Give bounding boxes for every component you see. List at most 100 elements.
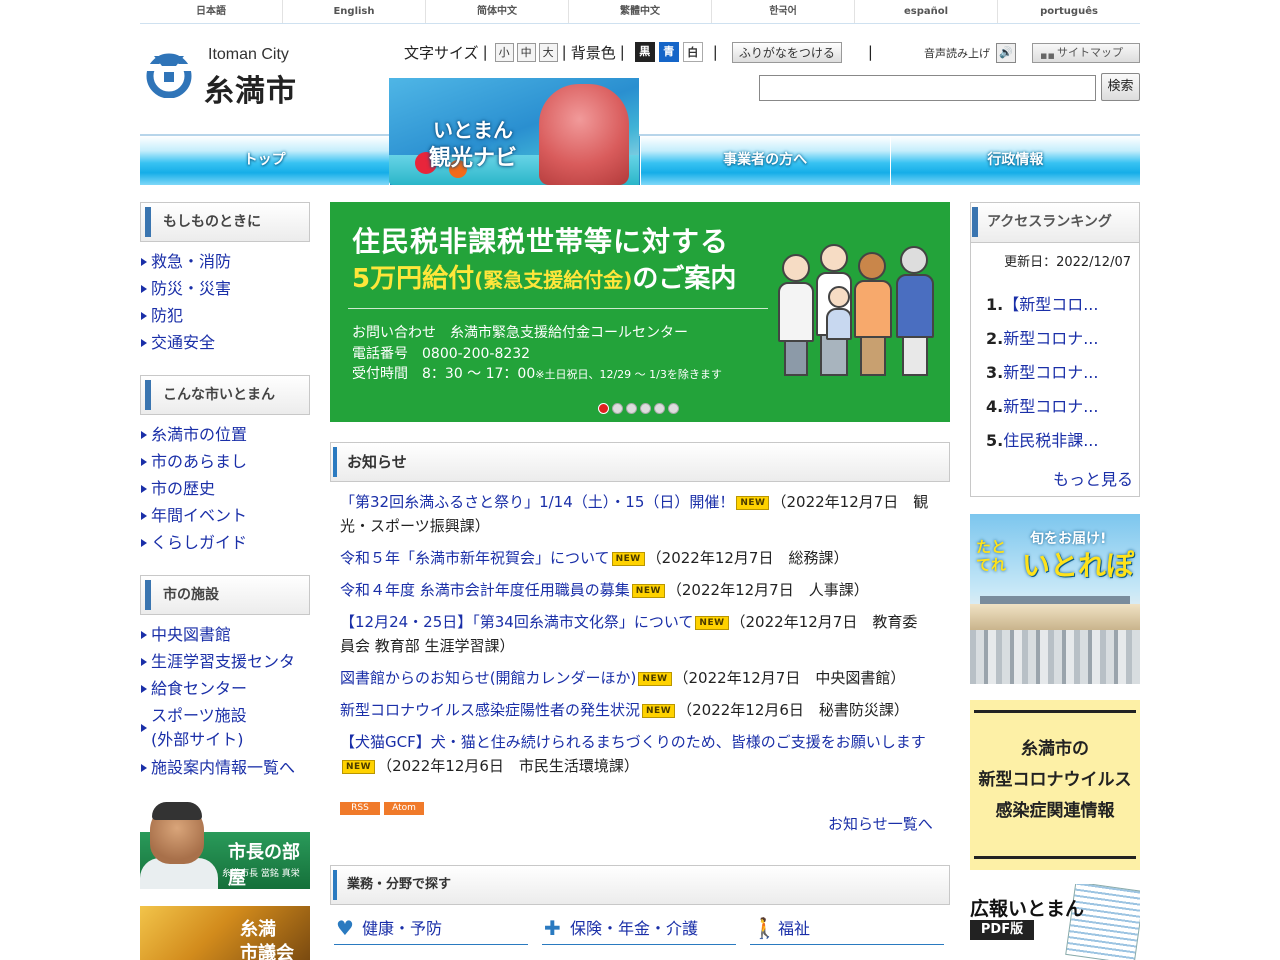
mayor-photo-hair bbox=[152, 802, 202, 820]
mother-head bbox=[858, 252, 886, 280]
news-link[interactable]: 【犬猫GCF】犬・猫と住み続けられるまちづくりのため、皆様のご支援をお願いします bbox=[340, 733, 926, 751]
font-small-button[interactable]: 小 bbox=[494, 42, 514, 62]
ranking-item[interactable]: 1.【新型コロ... bbox=[986, 288, 1098, 322]
main-banner-slide[interactable]: 住民税非課税世帯等に対する 5万円給付(緊急支援給付金)のご案内 お問い合わせ … bbox=[330, 202, 950, 422]
grandmother-head bbox=[782, 254, 810, 282]
ranking-label: 新型コロナ... bbox=[1003, 329, 1099, 348]
nav-administration[interactable]: 行政情報 bbox=[890, 136, 1140, 185]
mayor-room-banner[interactable]: 市長の部屋 糸満市長 當銘 真栄 bbox=[140, 800, 310, 889]
ranking-item[interactable]: 5.住民税非課... bbox=[986, 424, 1098, 458]
tourism-navi-image[interactable]: いとまん 観光ナビ bbox=[389, 78, 639, 185]
left-link[interactable]: 防犯 bbox=[140, 302, 315, 329]
search-input[interactable] bbox=[759, 75, 1096, 101]
slide-dot[interactable] bbox=[668, 403, 679, 414]
separator: | bbox=[712, 43, 718, 61]
language-bar: 日本語 English 简体中文 繁體中文 한국어 español portug… bbox=[140, 0, 1140, 24]
ranking-label: 【新型コロ... bbox=[1003, 295, 1099, 314]
bg-white-button[interactable]: 白 bbox=[682, 42, 703, 62]
slide-dot[interactable] bbox=[626, 403, 637, 414]
rss-button[interactable]: RSS bbox=[340, 802, 380, 815]
ranking-item[interactable]: 4.新型コロナ... bbox=[986, 390, 1098, 424]
bg-blue-button[interactable]: 青 bbox=[658, 42, 679, 62]
banner-phone: 電話番号 0800-200-8232 bbox=[352, 346, 531, 362]
voice-reading-label: 音声読み上げ bbox=[924, 47, 990, 60]
shisa-statue-image bbox=[539, 84, 629, 185]
left-link[interactable]: 救急・消防 bbox=[140, 248, 315, 275]
furigana-button[interactable]: ふりがなをつける bbox=[731, 41, 842, 63]
sitemap-button[interactable]: ▪▪ サイトマップ bbox=[1032, 43, 1140, 63]
news-link[interactable]: 令和４年度 糸満市会計年度任用職員の募集 bbox=[340, 581, 630, 599]
category-health[interactable]: ♥ 健康・予防 bbox=[334, 912, 528, 945]
access-ranking: アクセスランキング 更新日：2022/12/07 1.【新型コロ... 2.新型コ… bbox=[970, 202, 1140, 497]
ranking-item[interactable]: 3.新型コロナ... bbox=[986, 356, 1098, 390]
corona-info-banner[interactable]: 糸満市の 新型コロナウイルス 感染症関連情報 bbox=[970, 700, 1140, 870]
itorepo-banner[interactable]: 旬をお届け! いとれぽ たと てれ bbox=[970, 514, 1140, 684]
mayor-room-title: 市長の部屋 bbox=[228, 842, 300, 889]
nav-business[interactable]: 事業者の方へ bbox=[640, 136, 891, 185]
voice-reading[interactable]: 音声読み上げ 🔊 bbox=[924, 43, 1016, 63]
grandmother-legs bbox=[784, 340, 808, 376]
left-link[interactable]: 年間イベント bbox=[140, 502, 315, 529]
lang-zh-cn-link[interactable]: 简体中文 bbox=[426, 0, 569, 23]
bg-black-button[interactable]: 黒 bbox=[634, 42, 655, 62]
mother-legs bbox=[860, 336, 886, 376]
atom-button[interactable]: Atom bbox=[384, 802, 424, 815]
banner-headline: 住民税非課税世帯等に対する bbox=[352, 225, 730, 258]
ranking-item[interactable]: 2.新型コロナ... bbox=[986, 322, 1098, 356]
news-meta: （2022年12月6日 市民生活環境課） bbox=[377, 757, 639, 775]
left-link[interactable]: 市のあらまし bbox=[140, 448, 315, 475]
news-link[interactable]: 「第32回糸満ふるさと祭り」1/14（土）・15（日）開催！ bbox=[340, 493, 734, 511]
left-link[interactable]: 防災・災害 bbox=[140, 275, 315, 302]
about-city-section-title: こんな市いとまん bbox=[140, 375, 310, 415]
news-item: 【12月24・25日】「第34回糸満市文化祭」について NEW （2022年12月7… bbox=[340, 610, 932, 658]
ranking-updated: 更新日：2022/12/07 bbox=[1004, 255, 1131, 270]
itorepo-side-text: たと てれ bbox=[976, 538, 1007, 574]
field-categories: ♥ 健康・予防 ✚ 保険・年金・介護 🚶 福祉 bbox=[334, 912, 944, 945]
site-logo[interactable]: Itoman City 糸満市 bbox=[146, 46, 316, 109]
nav-top[interactable]: トップ bbox=[140, 136, 391, 185]
slide-dot[interactable] bbox=[612, 403, 623, 414]
news-link[interactable]: 図書館からのお知らせ(開館カレンダーほか) bbox=[340, 669, 636, 687]
new-badge: NEW bbox=[342, 760, 376, 774]
font-large-button[interactable]: 大 bbox=[538, 42, 558, 62]
ranking-more-link[interactable]: もっと見る bbox=[1053, 466, 1133, 490]
news-link[interactable]: 新型コロナウイルス感染症陽性者の発生状況 bbox=[340, 701, 640, 719]
left-link[interactable]: 糸満市の位置 bbox=[140, 421, 315, 448]
corona-banner-rule bbox=[974, 856, 1136, 859]
banner-contact: お問い合わせ 糸満市緊急支援給付金コールセンター bbox=[352, 325, 688, 341]
news-link[interactable]: 【12月24・25日】「第34回糸満市文化祭」について bbox=[340, 613, 693, 631]
banner-amount: 5万円給付 bbox=[352, 264, 475, 294]
news-list-link[interactable]: お知らせ一覧へ bbox=[828, 813, 933, 834]
lang-ko-link[interactable]: 한국어 bbox=[712, 0, 855, 23]
lang-ja-link[interactable]: 日本語 bbox=[140, 0, 283, 23]
news-link[interactable]: 令和５年「糸満市新年祝賀会」について bbox=[340, 549, 610, 567]
new-badge: NEW bbox=[695, 616, 729, 630]
lang-zh-tw-link[interactable]: 繁體中文 bbox=[569, 0, 712, 23]
left-link[interactable]: 交通安全 bbox=[140, 329, 315, 356]
left-link[interactable]: スポーツ施設 (外部サイト) bbox=[140, 702, 315, 754]
category-welfare[interactable]: 🚶 福祉 bbox=[750, 912, 944, 945]
lang-es-link[interactable]: español bbox=[855, 0, 998, 23]
left-link[interactable]: くらしガイド bbox=[140, 529, 315, 556]
ranking-label: 住民税非課... bbox=[1003, 431, 1099, 450]
left-link[interactable]: 市の歴史 bbox=[140, 475, 315, 502]
slide-dot[interactable] bbox=[640, 403, 651, 414]
category-insurance[interactable]: ✚ 保険・年金・介護 bbox=[542, 912, 736, 945]
banner-hours: 受付時間 8：30 ～ 17：00※土日祝日、12/29 ～ 1/3を除きます bbox=[352, 363, 722, 383]
left-link[interactable]: 施設案内情報一覧へ bbox=[140, 754, 315, 781]
new-badge: NEW bbox=[642, 704, 676, 718]
slide-dot[interactable] bbox=[598, 403, 609, 414]
lang-en-link[interactable]: English bbox=[283, 0, 426, 23]
left-link[interactable]: 中央図書館 bbox=[140, 621, 315, 648]
new-badge: NEW bbox=[631, 584, 665, 598]
left-link[interactable]: 生涯学習支援センタ bbox=[140, 648, 315, 675]
father-legs bbox=[820, 334, 848, 376]
city-council-banner[interactable]: 糸満 市議会 bbox=[140, 906, 310, 960]
itorepo-title: いとれぽ bbox=[1022, 549, 1135, 582]
left-link[interactable]: 給食センター bbox=[140, 675, 315, 702]
koho-itoman-banner[interactable]: 広報いとまん PDF版 bbox=[970, 884, 1140, 960]
search-button[interactable]: 検索 bbox=[1101, 73, 1140, 101]
font-medium-button[interactable]: 中 bbox=[516, 42, 536, 62]
slide-dot[interactable] bbox=[654, 403, 665, 414]
lang-pt-link[interactable]: português bbox=[998, 0, 1140, 23]
